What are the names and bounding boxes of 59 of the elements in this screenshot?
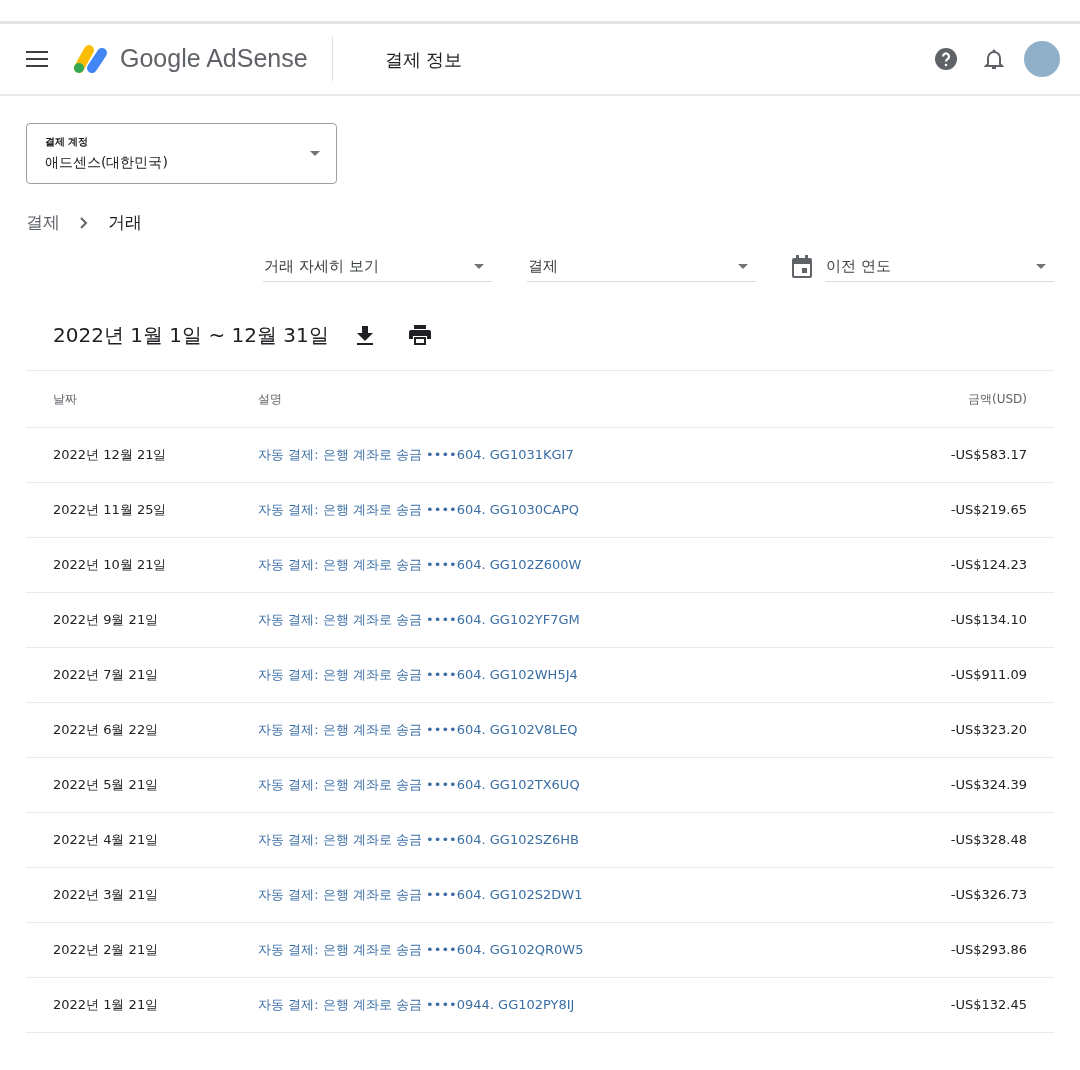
dropdown-caret-icon: [474, 264, 484, 269]
notification-bell-icon[interactable]: [984, 48, 1004, 70]
print-icon[interactable]: [408, 325, 431, 345]
dropdown-caret-icon: [738, 264, 748, 269]
amount-cell-text: -US$323.20: [950, 721, 1027, 740]
date-cell-text: 2022년 6월 22일: [53, 721, 160, 740]
date-cell-text: 2022년 3월 21일: [53, 886, 160, 905]
logo-text: Google AdSense: [120, 43, 308, 75]
column-header: 설명: [258, 391, 283, 408]
logo-icon: [72, 43, 110, 75]
amount-cell-text: -US$124.23: [950, 556, 1027, 575]
breadcrumb-link[interactable]: 결제: [26, 210, 60, 236]
amount-cell-text: -US$324.39: [950, 776, 1027, 795]
download-icon[interactable]: [356, 325, 373, 345]
date-cell-text: 2022년 2월 21일: [53, 941, 160, 960]
transaction-link[interactable]: 자동 결제: 은행 계좌로 송금 ••••604. GG102QR0W5: [258, 942, 584, 958]
date-cell-text: 2022년 4월 21일: [53, 831, 160, 850]
date-cell-text: 2022년 7월 21일: [53, 666, 160, 685]
select-label: 결제 계정: [45, 135, 90, 149]
amount-cell-text: -US$219.65: [950, 501, 1027, 520]
date-cell-text: 2022년 5월 21일: [53, 776, 160, 795]
date-cell-text: 2022년 11월 25일: [53, 501, 168, 520]
period-title: 2022년 1월 1일 ~ 12월 31일: [53, 322, 329, 349]
filter-dropdown[interactable]: 이전 연도: [825, 252, 1054, 282]
page-title: 결제 정보: [384, 47, 463, 72]
chevron-right-icon: [80, 217, 88, 229]
amount-cell-text: -US$911.09: [950, 666, 1027, 685]
date-cell-text: 2022년 10월 21일: [53, 556, 168, 575]
breadcrumb-current: 거래: [108, 211, 142, 235]
transaction-link[interactable]: 자동 결제: 은행 계좌로 송금 ••••604. GG102V8LEQ: [258, 722, 578, 738]
column-header: 날짜: [53, 391, 78, 408]
dropdown-caret-icon: [310, 151, 320, 156]
transaction-link[interactable]: 자동 결제: 은행 계좌로 송금 ••••604. GG102TX6UQ: [258, 777, 580, 793]
menu-icon[interactable]: [26, 51, 48, 67]
transaction-link[interactable]: 자동 결제: 은행 계좌로 송금 ••••604. GG102YF7GM: [258, 612, 580, 628]
amount-cell-text: -US$583.17: [950, 446, 1027, 465]
transaction-link[interactable]: 자동 결제: 은행 계좌로 송금 ••••604. GG102SZ6HB: [258, 832, 579, 848]
date-cell-text: 2022년 9월 21일: [53, 611, 160, 630]
date-cell-text: 2022년 12월 21일: [53, 446, 168, 465]
amount-cell-text: -US$134.10: [950, 611, 1027, 630]
help-icon[interactable]: [934, 47, 958, 71]
transaction-link[interactable]: 자동 결제: 은행 계좌로 송금 ••••0944. GG102PY8IJ: [258, 997, 575, 1013]
filter-dropdown[interactable]: 거래 자세히 보기: [263, 252, 492, 282]
amount-cell-text: -US$328.48: [950, 831, 1027, 850]
calendar-icon: [791, 255, 813, 279]
transaction-link[interactable]: 자동 결제: 은행 계좌로 송금 ••••604. GG1031KGI7: [258, 447, 574, 463]
date-cell-text: 2022년 1월 21일: [53, 996, 160, 1015]
amount-cell-text: -US$132.45: [950, 996, 1027, 1015]
transaction-link[interactable]: 자동 결제: 은행 계좌로 송금 ••••604. GG102S2DW1: [258, 887, 583, 903]
amount-cell-text: -US$326.73: [950, 886, 1027, 905]
amount-cell-text: -US$293.86: [950, 941, 1027, 960]
transaction-link[interactable]: 자동 결제: 은행 계좌로 송금 ••••604. GG102Z600W: [258, 557, 582, 573]
select-value: 애드센스(대한민국): [45, 153, 169, 172]
transaction-link[interactable]: 자동 결제: 은행 계좌로 송금 ••••604. GG102WH5J4: [258, 667, 578, 683]
transaction-link[interactable]: 자동 결제: 은행 계좌로 송금 ••••604. GG1030CAPQ: [258, 502, 580, 518]
column-header: 금액(USD): [968, 391, 1027, 408]
payment-account-select[interactable]: 결제 계정 애드센스(대한민국): [26, 123, 337, 184]
dropdown-caret-icon: [1036, 264, 1046, 269]
filter-dropdown[interactable]: 결제: [527, 252, 756, 282]
